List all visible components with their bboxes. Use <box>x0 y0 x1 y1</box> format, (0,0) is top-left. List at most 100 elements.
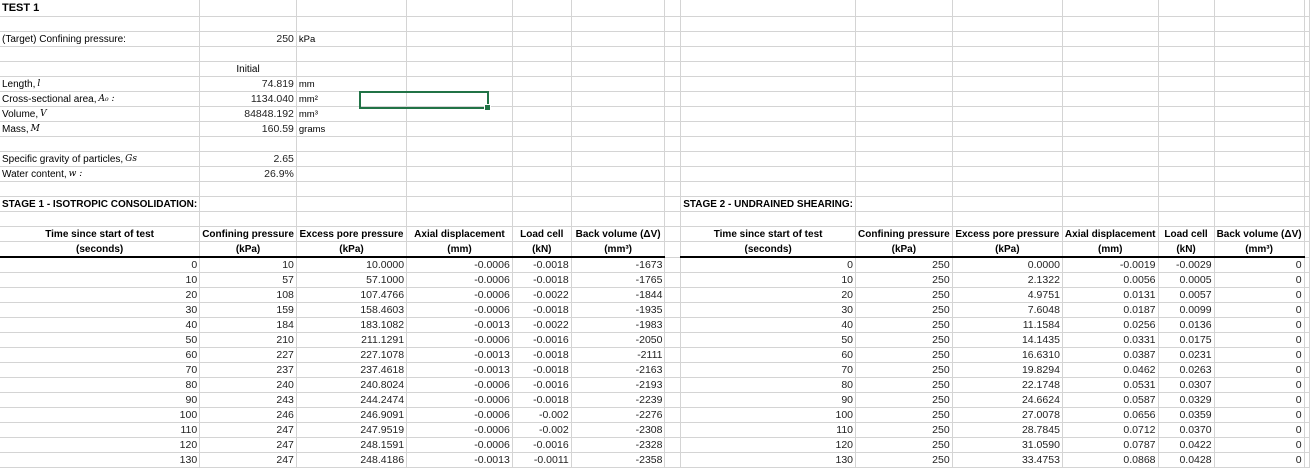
empty-cell[interactable] <box>1304 332 1310 348</box>
empty-cell[interactable] <box>1158 166 1215 182</box>
empty-cell[interactable] <box>952 91 1063 107</box>
stage1-cell[interactable]: 107.4766 <box>296 287 408 303</box>
stage1-cell[interactable]: 57.1000 <box>296 272 408 288</box>
stage2-column-unit[interactable]: (kPa) <box>855 241 953 258</box>
empty-cell[interactable] <box>571 136 666 152</box>
stage2-cell[interactable]: 0 <box>1214 317 1305 333</box>
empty-cell[interactable] <box>1304 317 1310 333</box>
stage1-cell[interactable]: -1844 <box>571 287 666 303</box>
empty-cell[interactable] <box>512 196 572 212</box>
empty-cell[interactable] <box>1062 166 1159 182</box>
empty-cell[interactable] <box>406 166 513 182</box>
empty-cell[interactable] <box>1304 392 1310 408</box>
empty-cell[interactable] <box>199 196 297 212</box>
stage2-cell[interactable]: 250 <box>855 302 953 318</box>
stage2-cell[interactable]: 250 <box>855 332 953 348</box>
empty-cell[interactable] <box>855 121 953 137</box>
empty-cell[interactable] <box>1062 181 1159 197</box>
empty-cell[interactable] <box>664 392 682 408</box>
property-value[interactable]: 1134.040 <box>199 91 297 107</box>
empty-cell[interactable] <box>0 61 201 77</box>
empty-cell[interactable] <box>1158 121 1215 137</box>
empty-cell[interactable] <box>1062 16 1159 32</box>
stage2-cell[interactable]: 0 <box>1214 347 1305 363</box>
empty-cell[interactable] <box>296 211 408 227</box>
empty-cell[interactable] <box>664 226 682 242</box>
empty-cell[interactable] <box>855 16 953 32</box>
stage2-cell[interactable]: 40 <box>680 317 857 333</box>
stage2-column-unit[interactable]: (mm³) <box>1214 241 1305 258</box>
empty-cell[interactable] <box>296 196 408 212</box>
empty-cell[interactable] <box>680 151 857 167</box>
stage1-cell[interactable]: 30 <box>0 302 201 318</box>
empty-cell[interactable] <box>571 91 666 107</box>
stage2-cell[interactable]: 22.1748 <box>952 377 1063 393</box>
stage2-cell[interactable]: 0.0057 <box>1158 287 1215 303</box>
empty-cell[interactable] <box>664 0 682 17</box>
empty-cell[interactable] <box>1158 61 1215 77</box>
property-label[interactable]: Length, l <box>0 76 201 92</box>
stage1-cell[interactable]: 246.9091 <box>296 407 408 423</box>
stage1-column-unit[interactable]: (mm³) <box>571 241 666 258</box>
empty-cell[interactable] <box>1214 211 1305 227</box>
empty-cell[interactable] <box>199 136 297 152</box>
empty-cell[interactable] <box>855 0 953 17</box>
empty-cell[interactable] <box>952 46 1063 62</box>
empty-cell[interactable] <box>952 136 1063 152</box>
property-value[interactable]: 160.59 <box>199 121 297 137</box>
empty-cell[interactable] <box>1158 106 1215 122</box>
empty-cell[interactable] <box>512 61 572 77</box>
empty-cell[interactable] <box>1214 151 1305 167</box>
property-value[interactable]: 74.819 <box>199 76 297 92</box>
empty-cell[interactable] <box>1214 106 1305 122</box>
empty-cell[interactable] <box>512 31 572 47</box>
empty-cell[interactable] <box>952 196 1063 212</box>
stage2-column-unit[interactable]: (seconds) <box>680 241 857 258</box>
test-title[interactable]: TEST 1 <box>0 0 201 17</box>
empty-cell[interactable] <box>199 181 297 197</box>
empty-cell[interactable] <box>680 121 857 137</box>
stage1-cell[interactable]: -0.0006 <box>406 377 513 393</box>
stage1-cell[interactable]: 10 <box>0 272 201 288</box>
empty-cell[interactable] <box>296 181 408 197</box>
empty-cell[interactable] <box>952 0 1063 17</box>
stage2-cell[interactable]: 10 <box>680 272 857 288</box>
stage1-cell[interactable]: 110 <box>0 422 201 438</box>
empty-cell[interactable] <box>1304 31 1310 47</box>
empty-cell[interactable] <box>1158 31 1215 47</box>
stage2-column-header[interactable]: Axial displacement <box>1062 226 1159 242</box>
stage2-cell[interactable]: 0 <box>1214 452 1305 468</box>
stage1-cell[interactable]: -0.0013 <box>406 362 513 378</box>
stage1-cell[interactable]: -1983 <box>571 317 666 333</box>
stage2-cell[interactable]: 250 <box>855 257 953 273</box>
empty-cell[interactable] <box>664 76 682 92</box>
stage1-cell[interactable]: -0.0018 <box>512 272 572 288</box>
stage2-cell[interactable]: 0.0462 <box>1062 362 1159 378</box>
empty-cell[interactable] <box>664 91 682 107</box>
empty-cell[interactable] <box>664 166 682 182</box>
stage1-cell[interactable]: 70 <box>0 362 201 378</box>
stage1-cell[interactable]: 247 <box>199 452 297 468</box>
empty-cell[interactable] <box>1304 121 1310 137</box>
empty-cell[interactable] <box>952 211 1063 227</box>
stage1-cell[interactable]: -0.0013 <box>406 317 513 333</box>
stage2-column-header[interactable]: Load cell <box>1158 226 1215 242</box>
empty-cell[interactable] <box>952 166 1063 182</box>
stage1-title[interactable]: STAGE 1 - ISOTROPIC CONSOLIDATION: <box>0 196 201 212</box>
stage2-cell[interactable]: 0.0387 <box>1062 347 1159 363</box>
spreadsheet-grid[interactable]: TEST 1 (Target) Confining pressure: 250 kPa… <box>0 0 1310 468</box>
stage2-cell[interactable]: 0.0005 <box>1158 272 1215 288</box>
empty-cell[interactable] <box>680 166 857 182</box>
empty-cell[interactable] <box>1062 121 1159 137</box>
stage2-cell[interactable]: 33.4753 <box>952 452 1063 468</box>
stage1-cell[interactable]: -0.0018 <box>512 302 572 318</box>
empty-cell[interactable] <box>1214 46 1305 62</box>
empty-cell[interactable] <box>571 166 666 182</box>
stage2-cell[interactable]: -0.0019 <box>1062 257 1159 273</box>
empty-cell[interactable] <box>296 16 408 32</box>
stage1-cell[interactable]: 100 <box>0 407 201 423</box>
empty-cell[interactable] <box>1214 31 1305 47</box>
empty-cell[interactable] <box>296 0 408 17</box>
empty-cell[interactable] <box>1214 136 1305 152</box>
empty-cell[interactable] <box>406 91 513 107</box>
